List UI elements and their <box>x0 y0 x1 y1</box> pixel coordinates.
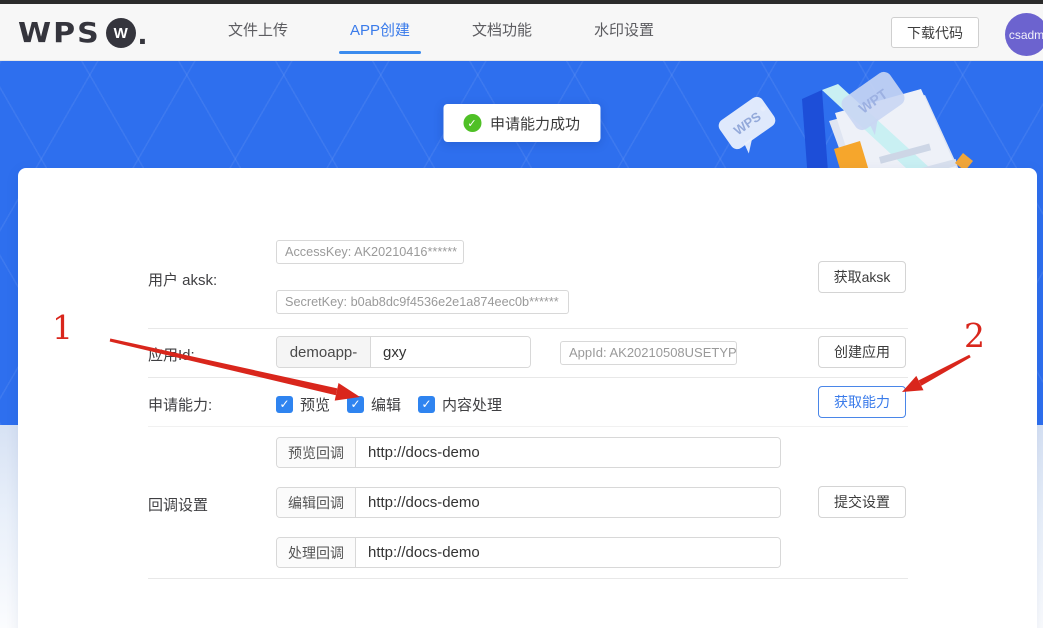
logo-wordmark: WPS <box>18 16 101 50</box>
edit-callback-prefix: 编辑回调 <box>277 488 356 517</box>
logo-dot: . <box>137 14 148 52</box>
app-id-input[interactable] <box>371 337 530 367</box>
process-callback-input[interactable] <box>356 538 780 567</box>
tab-app-create[interactable]: APP创建 <box>339 19 422 54</box>
access-key-display: AccessKey: AK20210416****** <box>276 240 464 264</box>
checkbox-label: 内容处理 <box>442 396 503 414</box>
checkbox-checked-icon: ✓ <box>418 395 436 413</box>
app-form-card: AccessKey: AK20210416****** 用户 aksk: Sec… <box>18 168 1037 628</box>
preview-callback-group: 预览回调 <box>276 437 781 468</box>
logo-badge-icon: W <box>105 18 136 48</box>
divider <box>148 578 908 579</box>
get-capability-button[interactable]: 获取能力 <box>818 386 906 418</box>
main-nav: 文件上传 APP创建 文档功能 水印设置 <box>225 4 657 60</box>
capabilities-label: 申请能力: <box>148 397 213 414</box>
process-callback-group: 处理回调 <box>276 537 781 568</box>
app-id-input-group: demoapp- <box>276 336 531 368</box>
download-code-button[interactable]: 下载代码 <box>891 17 979 48</box>
success-toast: ✓ 申请能力成功 <box>442 104 601 142</box>
app-id-display: AppId: AK20210508USETYP <box>560 341 737 365</box>
divider <box>148 377 908 378</box>
checkbox-content-processing[interactable]: ✓ 内容处理 <box>418 394 502 415</box>
wps-bubble: WPS <box>718 96 776 154</box>
divider <box>148 328 908 329</box>
preview-callback-input[interactable] <box>356 438 780 467</box>
toast-message: 申请能力成功 <box>489 115 581 133</box>
wps-logo[interactable]: WPS W . <box>18 11 147 55</box>
avatar[interactable]: csadm <box>1005 13 1043 56</box>
get-aksk-button[interactable]: 获取aksk <box>818 261 906 293</box>
app-id-label: 应用Id: <box>148 347 195 364</box>
checkbox-edit[interactable]: ✓ 编辑 <box>347 394 401 415</box>
app-header: WPS W . 文件上传 APP创建 文档功能 水印设置 下载代码 csadm <box>0 4 1043 61</box>
checkbox-label: 编辑 <box>371 396 402 414</box>
checkbox-label: 预览 <box>300 396 331 414</box>
preview-callback-prefix: 预览回调 <box>277 438 356 467</box>
edit-callback-input[interactable] <box>356 488 780 517</box>
edit-callback-group: 编辑回调 <box>276 487 781 518</box>
capabilities-group: ✓ 预览 ✓ 编辑 ✓ 内容处理 <box>276 394 502 415</box>
checkbox-checked-icon: ✓ <box>347 395 365 413</box>
tab-watermark-settings[interactable]: 水印设置 <box>591 19 657 46</box>
submit-settings-button[interactable]: 提交设置 <box>818 486 906 518</box>
tab-file-upload[interactable]: 文件上传 <box>225 19 291 46</box>
secret-key-display: SecretKey: b0ab8dc9f4536e2e1a874eec0b***… <box>276 290 569 314</box>
checkbox-preview[interactable]: ✓ 预览 <box>276 394 330 415</box>
process-callback-prefix: 处理回调 <box>277 538 356 567</box>
divider <box>148 426 908 427</box>
page: WPS WPT ✓ 申请能力成功 WPS W . 文件上传 APP创建 文档功能… <box>0 0 1043 628</box>
create-app-button[interactable]: 创建应用 <box>818 336 906 368</box>
success-check-icon: ✓ <box>462 114 481 132</box>
app-id-prefix: demoapp- <box>277 337 371 367</box>
callbacks-label: 回调设置 <box>148 497 209 514</box>
aksk-label: 用户 aksk: <box>148 272 218 289</box>
tab-doc-functions[interactable]: 文档功能 <box>469 19 535 46</box>
checkbox-checked-icon: ✓ <box>276 395 293 413</box>
